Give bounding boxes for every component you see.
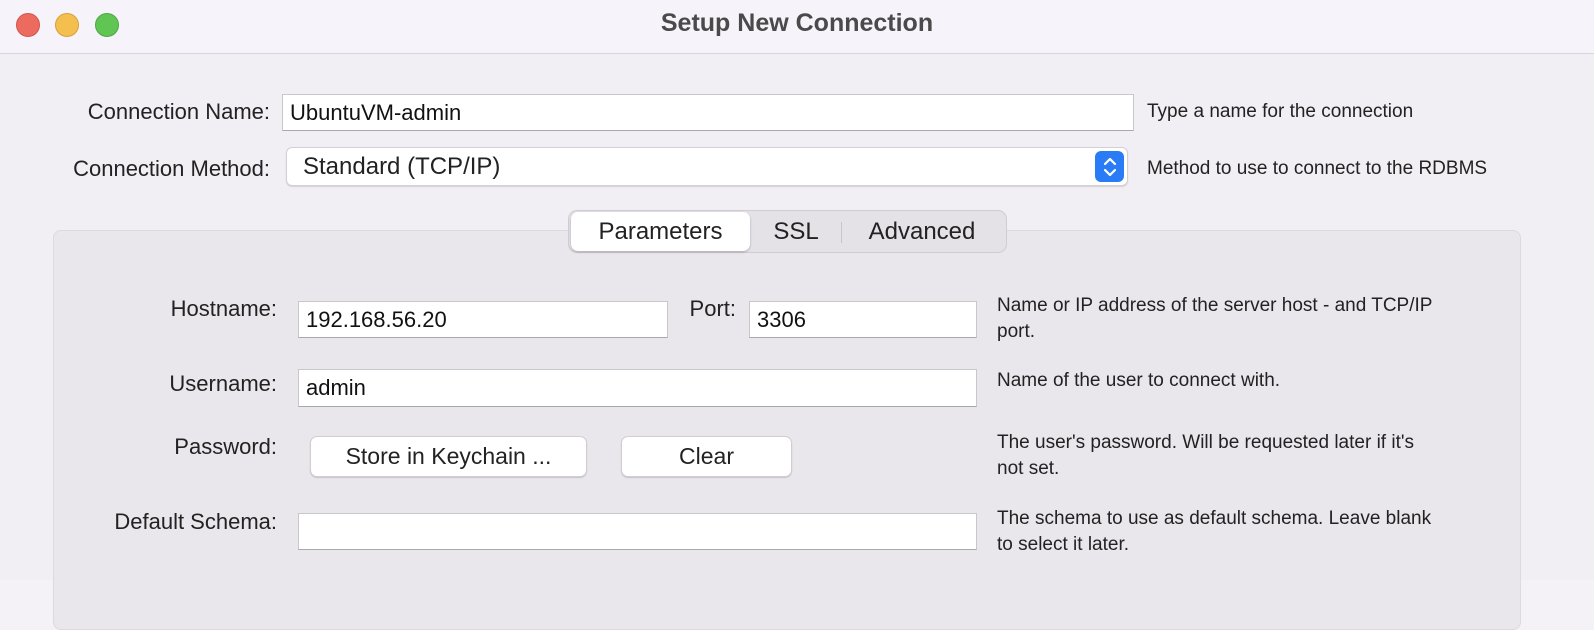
password-hint-line2: not set. — [997, 458, 1060, 479]
connection-method-hint: Method to use to connect to the RDBMS — [1147, 158, 1488, 179]
store-in-keychain-button[interactable]: Store in Keychain ... — [310, 436, 587, 477]
connection-name-label: Connection Name: — [87, 99, 270, 124]
hostname-hint-line1: Name or IP address of the server host - … — [997, 295, 1433, 316]
password-label: Password: — [174, 434, 277, 459]
window-title: Setup New Connection — [660, 9, 934, 37]
hostname-label: Hostname: — [170, 296, 277, 321]
tab-bar: Parameters SSL Advanced — [568, 210, 1007, 253]
connection-name-input[interactable]: UbuntuVM-admin — [282, 94, 1134, 131]
default-schema-hint-line1: The schema to use as default schema. Lea… — [997, 508, 1432, 529]
default-schema-hint-line2: to select it later. — [997, 534, 1130, 555]
tab-ssl[interactable]: SSL — [755, 212, 837, 251]
title-bar: Setup New Connection — [0, 0, 1594, 54]
connection-method-label: Connection Method: — [73, 156, 270, 181]
hostname-input[interactable]: 192.168.56.20 — [298, 301, 668, 338]
username-input[interactable]: admin — [298, 369, 977, 407]
connection-method-value: Standard (TCP/IP) — [303, 152, 501, 180]
connection-method-select[interactable]: Standard (TCP/IP) — [286, 147, 1128, 186]
port-input[interactable]: 3306 — [749, 301, 977, 338]
tab-parameters[interactable]: Parameters — [571, 212, 750, 251]
username-hint: Name of the user to connect with. — [997, 370, 1281, 391]
connection-name-hint: Type a name for the connection — [1147, 101, 1414, 122]
default-schema-input[interactable] — [298, 513, 977, 550]
tab-divider — [841, 222, 842, 243]
port-label: Port: — [689, 296, 736, 321]
tab-advanced[interactable]: Advanced — [847, 212, 997, 251]
default-schema-label: Default Schema: — [114, 509, 277, 534]
hostname-hint-line2: port. — [997, 321, 1036, 342]
select-stepper-icon[interactable] — [1095, 151, 1124, 182]
password-hint-line1: The user's password. Will be requested l… — [997, 432, 1414, 453]
clear-password-button[interactable]: Clear — [621, 436, 792, 477]
username-label: Username: — [169, 371, 277, 396]
